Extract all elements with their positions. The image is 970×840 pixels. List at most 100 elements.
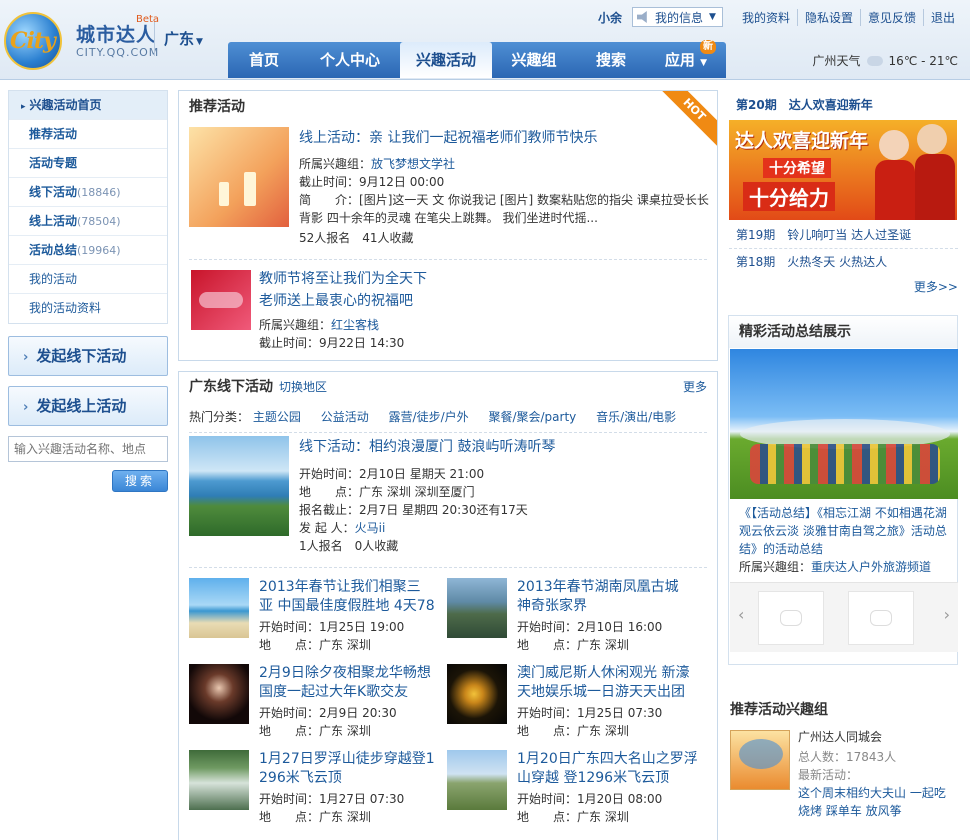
event-title[interactable]: 2013年春节湖南凤凰古城 神奇张家界 <box>517 578 702 616</box>
event-title[interactable]: 1月27日罗浮山徒步穿越登1 296米飞云顶 <box>259 750 444 788</box>
region-label: 广东 <box>164 30 195 48</box>
link-privacy[interactable]: 隐私设置 <box>796 8 860 26</box>
title-line: 2013年春节让我们相聚三 <box>259 579 421 595</box>
issue-link[interactable]: 第19期 铃儿响叮当 达人过圣诞 <box>736 226 911 244</box>
chevron-right-icon: › <box>23 350 29 365</box>
event-thumbnail[interactable] <box>447 664 507 724</box>
event-title[interactable]: 澳门威尼斯人休闲观光 新濠 天地娱乐城一日游天天出团 <box>517 664 702 702</box>
event-stats: 52人报名 41人收藏 <box>299 231 414 245</box>
sidebar-item-my-activity-data[interactable]: 我的活动资料 <box>9 294 167 323</box>
more-link[interactable]: 更多 <box>683 372 707 402</box>
carousel-slide[interactable] <box>758 591 824 645</box>
placeholder-icon <box>870 610 892 626</box>
nav-search[interactable]: 搜索 <box>576 42 646 78</box>
local-event-card: 1月27日罗浮山徒步穿越登1 296米飞云顶 开始时间：1月27日 07:30 地… <box>189 750 439 830</box>
issue-section: 第20期 达人欢喜迎新年 达人欢喜迎新年 十分希望 十分给力 第19期 铃儿响叮… <box>728 90 958 300</box>
category-link[interactable]: 露营/徒步/户外 <box>389 410 469 424</box>
event-thumbnail[interactable] <box>191 270 251 330</box>
nav-apps[interactable]: 应用 ▼ 新 <box>646 40 726 78</box>
sidebar-item-offline[interactable]: 线下活动(18846) <box>9 178 167 207</box>
local-activities-section: 广东线下活动 切换地区 更多 热门分类： 主题公园 公益活动 露营/徒步/户外 聚… <box>178 371 718 840</box>
sidebar-menu: 兴趣活动首页 推荐活动 活动专题 线下活动(18846) 线上活动(78504)… <box>8 90 168 324</box>
group-label: 所属兴趣组： <box>299 157 372 171</box>
issue-link[interactable]: 第18期 火热冬天 火热达人 <box>736 253 887 271</box>
title-line: 2013年春节湖南凤凰古城 <box>517 579 679 595</box>
group-link[interactable]: 重庆达人户外旅游频道 <box>811 560 931 574</box>
sponsor-link[interactable]: 火马ii <box>355 521 386 535</box>
event-thumbnail[interactable] <box>189 578 249 638</box>
more-link[interactable]: 更多>> <box>914 278 958 295</box>
link-profile[interactable]: 我的资料 <box>735 9 797 26</box>
event-deadline: 截止时间：9月12日 00:00 <box>299 175 445 189</box>
search-button[interactable]: 搜索 <box>112 470 168 492</box>
group-link[interactable]: 红尘客栈 <box>331 318 379 332</box>
event-place: 地 点：广东 深圳 <box>259 638 371 652</box>
event-place: 地 点：广东 深圳 <box>259 724 371 738</box>
event-title[interactable]: 教师节将至让我们为全天下 老师送上最衷心的祝福吧 <box>259 268 559 312</box>
create-offline-button[interactable]: › 发起线下活动 <box>8 336 168 376</box>
issue-banner[interactable]: 达人欢喜迎新年 十分希望 十分给力 <box>729 120 957 220</box>
main-nav: 首页 个人中心 兴趣活动 兴趣组 搜索 应用 ▼ 新 <box>228 40 726 78</box>
hot-categories: 热门分类： 主题公园 公益活动 露营/徒步/户外 聚餐/聚会/party 音乐/… <box>189 408 692 425</box>
category-link[interactable]: 音乐/演出/电影 <box>596 410 676 424</box>
sidebar-item-summary[interactable]: 活动总结(19964) <box>9 236 167 265</box>
event-thumbnail[interactable] <box>189 664 249 724</box>
sidebar-item-my-activities[interactable]: 我的活动 <box>9 265 167 294</box>
group-name[interactable]: 广州达人同城会 <box>798 728 882 746</box>
candle-shape <box>219 182 229 206</box>
category-link[interactable]: 主题公园 <box>253 410 301 424</box>
event-thumbnail[interactable] <box>447 750 507 810</box>
category-link[interactable]: 公益活动 <box>321 410 369 424</box>
event-title[interactable]: 2013年春节让我们相聚三亚 中国最佳度假胜地 4天78 <box>259 578 444 616</box>
category-link[interactable]: 聚餐/聚会/party <box>488 410 576 424</box>
switch-region-link[interactable]: 切换地区 <box>279 380 327 394</box>
event-title[interactable]: 1月20日广东四大名山之罗浮 山穿越 登1296米飞云顶 <box>517 750 702 788</box>
create-online-button[interactable]: › 发起线上活动 <box>8 386 168 426</box>
event-thumbnail[interactable] <box>189 436 289 536</box>
event-title[interactable]: 2月9日除夕夜相聚龙华畅想 国度一起过大年K歌交友 <box>259 664 444 702</box>
main-content: 推荐活动 HOT 线上活动：亲 让我们一起祝福老师们教师节快乐 所属兴趣组：放飞… <box>178 90 718 840</box>
sidebar-item-recommended[interactable]: 推荐活动 <box>9 120 167 149</box>
summary-title-link[interactable]: 《【活动总结】《相忘江湖 不如相遇花湖 观云依云淡 淡雅甘南自驾之旅》活动总结》… <box>739 504 951 558</box>
my-info-dropdown[interactable]: 我的信息 ▼ <box>632 7 723 27</box>
site-logo[interactable]: City 城市达人 Beta CITY.QQ.COM <box>4 6 159 70</box>
carousel-slide[interactable] <box>848 591 914 645</box>
summary-group: 所属兴趣组：重庆达人户外旅游频道 <box>739 558 931 576</box>
nav-home[interactable]: 首页 <box>228 42 300 78</box>
sidebar-item-topics[interactable]: 活动专题 <box>9 149 167 178</box>
region-selector[interactable]: 广东 ▼ <box>164 28 203 49</box>
event-start: 开始时间：1月25日 07:30 <box>517 706 663 720</box>
nav-groups[interactable]: 兴趣组 <box>492 42 576 78</box>
sidebar-item-online[interactable]: 线上活动(78504) <box>9 207 167 236</box>
link-feedback[interactable]: 意见反馈 <box>859 8 923 26</box>
button-label: 发起线下活动 <box>36 347 127 365</box>
section-title: 推荐活动兴趣组 <box>730 702 828 718</box>
nav-activities[interactable]: 兴趣活动 <box>400 42 492 78</box>
issue-title[interactable]: 第20期 达人欢喜迎新年 <box>728 90 958 115</box>
event-thumbnail[interactable] <box>189 750 249 810</box>
event-thumbnail[interactable] <box>447 578 507 638</box>
nav-personal[interactable]: 个人中心 <box>300 42 400 78</box>
event-title[interactable]: 线上活动：亲 让我们一起祝福老师们教师节快乐 <box>299 127 709 149</box>
local-event-card: 1月20日广东四大名山之罗浮 山穿越 登1296米飞云顶 开始时间：1月20日 0… <box>447 750 698 830</box>
group-thumbnail[interactable] <box>730 730 790 790</box>
summary-photo[interactable] <box>730 349 958 499</box>
latest-activity-link[interactable]: 烧烤 踩单车 放风筝 <box>798 802 902 820</box>
section-title: 广东线下活动 切换地区 <box>179 372 717 402</box>
chevron-right-icon[interactable]: › <box>944 605 950 624</box>
title-line: 国度一起过大年K歌交友 <box>259 684 409 700</box>
count: (78504) <box>77 215 121 228</box>
event-thumbnail[interactable] <box>189 127 289 227</box>
weather[interactable]: 广州天气 16℃ - 21℃ <box>813 52 958 69</box>
section-title: 推荐活动 <box>189 99 245 115</box>
sidebar-item-activities-home[interactable]: 兴趣活动首页 <box>9 91 167 120</box>
title-line: 澳门威尼斯人休闲观光 新濠 <box>517 665 690 681</box>
group-link[interactable]: 放飞梦想文学社 <box>371 157 455 171</box>
link-logout[interactable]: 退出 <box>922 8 962 26</box>
event-title[interactable]: 线下活动：相约浪漫厦门 鼓浪屿听涛听琴 <box>299 436 709 458</box>
activity-search-input[interactable] <box>8 436 168 462</box>
username[interactable]: 小余 <box>598 9 622 26</box>
chevron-left-icon[interactable]: ‹ <box>738 605 744 624</box>
latest-activity-link[interactable]: 这个周末相约大夫山 一起吃 <box>798 784 946 802</box>
desc-label: 简 介： <box>299 193 360 207</box>
